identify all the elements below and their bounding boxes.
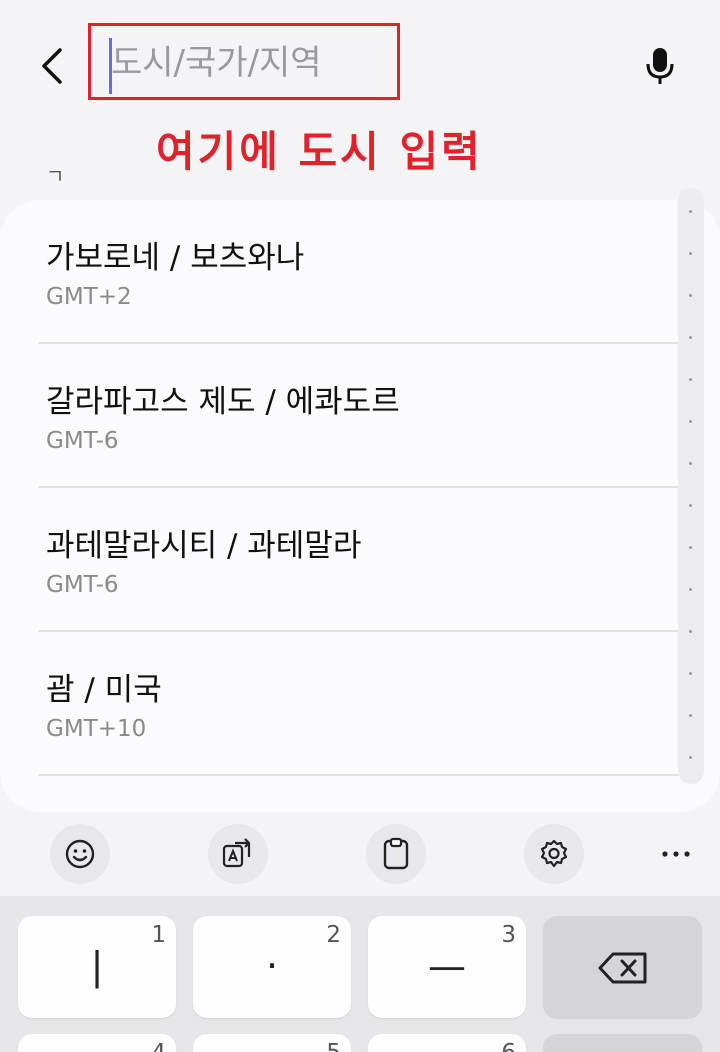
alphabet-index-scroller[interactable] [678, 188, 704, 784]
index-dot [689, 546, 692, 549]
index-dot [689, 714, 692, 717]
voice-input-button[interactable] [640, 44, 680, 88]
keyboard-settings-button[interactable] [524, 824, 584, 884]
key-glyph: — [428, 944, 466, 988]
city-name: 과테말라시티 / 과테말라 [46, 528, 362, 564]
key-4[interactable]: 4 [18, 1034, 176, 1052]
key-hint: 5 [326, 1040, 341, 1052]
settings-icon [540, 839, 568, 868]
back-button[interactable] [34, 44, 70, 88]
index-dot [689, 336, 692, 339]
timezone-label: GMT-6 [46, 572, 119, 598]
key-dash[interactable]: 3 — [368, 916, 526, 1018]
city-name: 괌 / 미국 [46, 672, 162, 708]
timezone-label: GMT+10 [46, 716, 147, 742]
annotation-label: 여기에 도시 입력 [156, 127, 483, 176]
index-dot [689, 378, 692, 381]
city-search-input[interactable] [107, 38, 387, 88]
search-highlight-box [88, 23, 400, 100]
index-dot [689, 210, 692, 213]
text-cursor [109, 38, 112, 94]
key-glyph: | [90, 944, 104, 988]
key-dot[interactable]: 2 · [193, 916, 351, 1018]
list-item[interactable]: 갈라파고스 제도 / 에콰도르 GMT-6 [38, 344, 683, 488]
list-item[interactable]: 가보로네 / 보츠와나 GMT+2 [38, 200, 683, 344]
stray-mark: ㄱ [46, 164, 65, 188]
clipboard-icon [383, 837, 409, 870]
emoji-button[interactable] [50, 824, 110, 884]
index-dot [689, 588, 692, 591]
key-row2-function[interactable] [543, 1034, 702, 1052]
index-dot [689, 294, 692, 297]
index-dot [689, 462, 692, 465]
clipboard-button[interactable] [366, 824, 426, 884]
more-icon [662, 851, 690, 857]
chevron-left-icon [42, 48, 62, 84]
list-item[interactable]: 괌 / 미국 GMT+10 [38, 632, 683, 776]
translate-icon [222, 838, 251, 868]
more-options-button[interactable] [650, 824, 702, 884]
keyboard: 1 | 2 · 3 — 4 5 6 [0, 896, 720, 1052]
key-glyph: · [265, 944, 279, 988]
index-dot [689, 420, 692, 423]
emoji-icon [65, 839, 95, 869]
backspace-key[interactable] [543, 916, 702, 1018]
index-dot [689, 756, 692, 759]
timezone-label: GMT+2 [46, 284, 132, 310]
search-header: 여기에 도시 입력 ㄱ [0, 0, 720, 190]
key-bar[interactable]: 1 | [18, 916, 176, 1018]
key-5[interactable]: 5 [193, 1034, 351, 1052]
index-dot [689, 504, 692, 507]
index-dot [689, 672, 692, 675]
translate-button[interactable] [208, 824, 268, 884]
index-dot [689, 630, 692, 633]
city-name: 갈라파고스 제도 / 에콰도르 [46, 384, 400, 420]
key-hint: 6 [501, 1040, 516, 1052]
list-item[interactable]: 과테말라시티 / 과테말라 GMT-6 [38, 488, 683, 632]
index-dot [689, 252, 692, 255]
keyboard-toolbar [0, 820, 720, 890]
backspace-icon [598, 952, 647, 984]
key-6[interactable]: 6 [368, 1034, 526, 1052]
microphone-icon [646, 48, 674, 84]
timezone-label: GMT-6 [46, 428, 119, 454]
key-hint: 4 [151, 1040, 166, 1052]
city-name: 가보로네 / 보츠와나 [46, 240, 305, 276]
results-list: 가보로네 / 보츠와나 GMT+2 갈라파고스 제도 / 에콰도르 GMT-6 … [0, 200, 720, 812]
